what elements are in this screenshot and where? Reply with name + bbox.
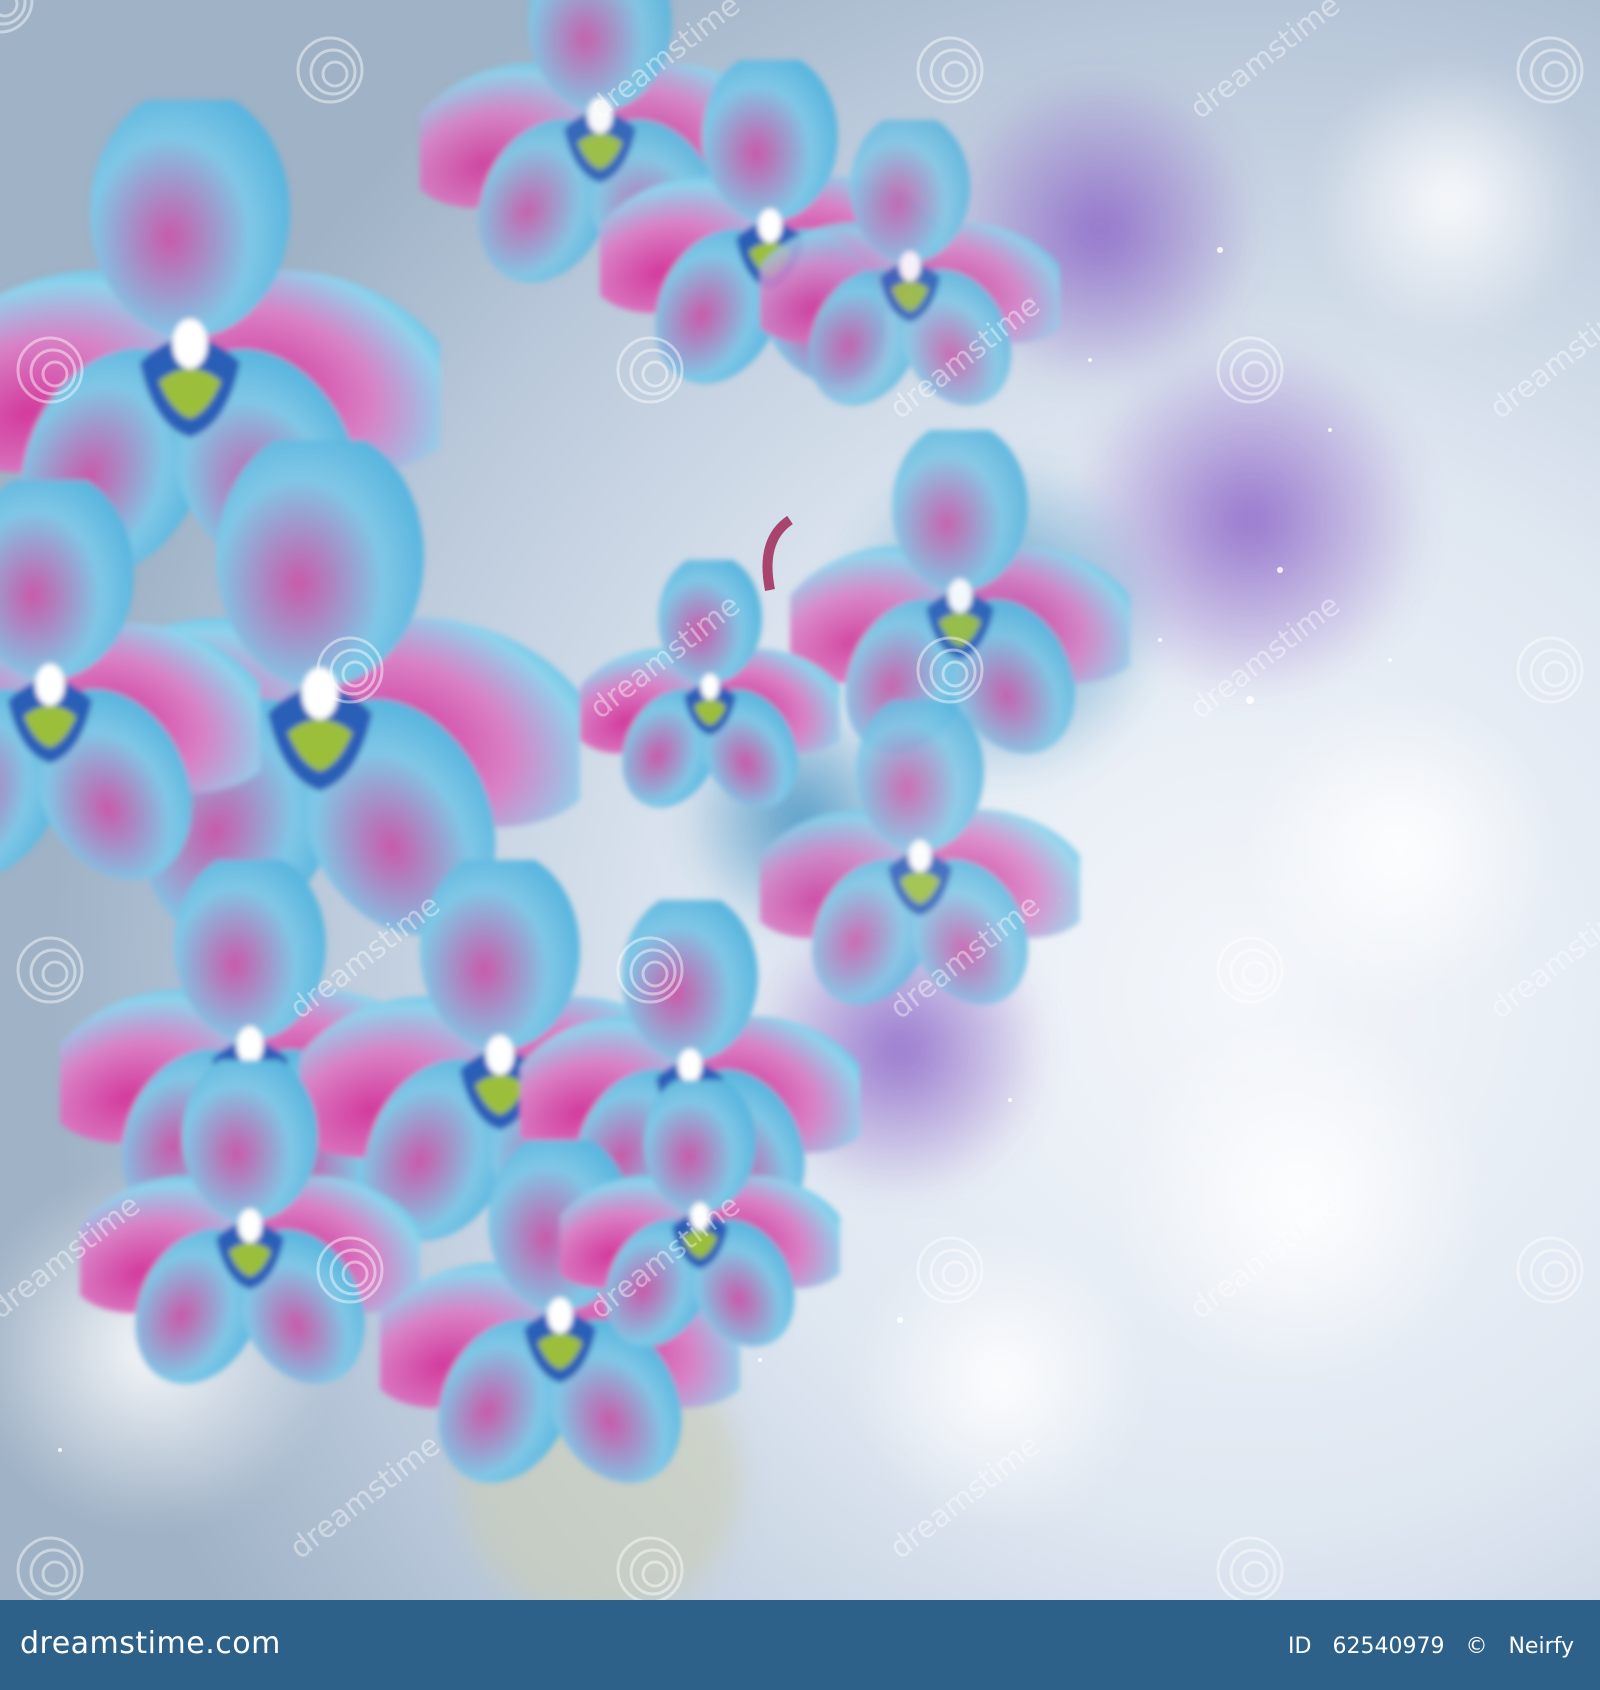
orchid-photo: dreamstime dreamstime dreamstime dreamst…: [0, 0, 1600, 1600]
id-number: 62540979: [1332, 1634, 1445, 1659]
id-label: ID: [1288, 1634, 1312, 1659]
copyright-icon: ©: [1465, 1634, 1488, 1659]
footer-brand-link[interactable]: dreamstime.com: [20, 1626, 281, 1661]
author-name[interactable]: Neirfy: [1508, 1634, 1574, 1659]
footer-image-id: ID 62540979 © Neirfy: [1288, 1634, 1574, 1659]
footer-bar: dreamstime.com ID 62540979 © Neirfy: [0, 1600, 1600, 1690]
stock-photo-page: dreamstime dreamstime dreamstime dreamst…: [0, 0, 1600, 1690]
